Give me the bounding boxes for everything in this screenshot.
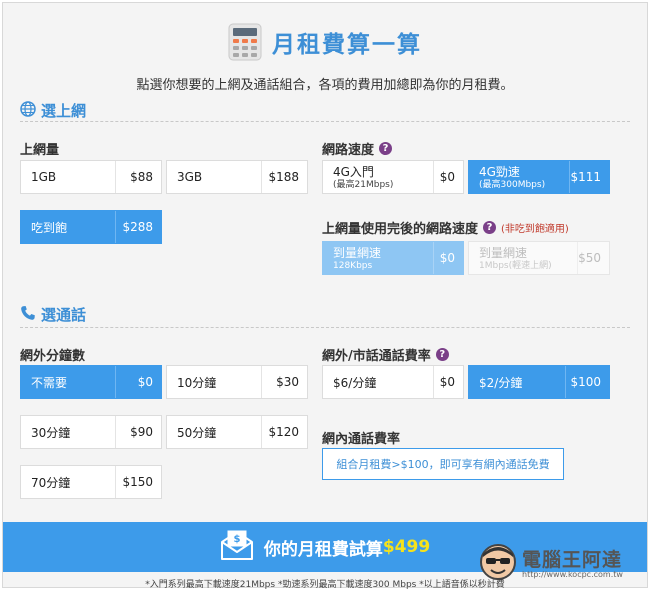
option-price: $88: [115, 161, 161, 193]
section-data-heading: 選上網: [20, 100, 86, 121]
option-price: $188: [261, 161, 307, 193]
usage-option-unlimited[interactable]: 吃到飽 $288: [20, 210, 162, 244]
option-name: 10分鐘: [177, 375, 217, 390]
watermark-text: 電腦王阿達: [522, 548, 623, 571]
option-price: $100: [565, 366, 609, 398]
watermark: 電腦王阿達 http://www.kocpc.com.tw: [478, 540, 648, 588]
globe-icon: [20, 100, 36, 121]
option-name: 不需要: [31, 375, 68, 390]
page-title: 月租費算一算: [272, 32, 422, 58]
offnet-option-70[interactable]: 70分鐘 $150: [20, 465, 162, 499]
onnet-notice: 組合月租費>$100，即可享有網內通話免費: [322, 448, 564, 480]
help-icon[interactable]: ?: [379, 142, 393, 155]
option-sub: 128Kbps: [333, 261, 373, 271]
after-cap-note: (非吃到飽適用): [501, 224, 569, 235]
svg-text:$: $: [233, 534, 240, 545]
option-price: $50: [577, 242, 609, 274]
option-sub: (最高21Mbps): [333, 180, 394, 190]
offnet-option-30[interactable]: 30分鐘 $90: [20, 415, 162, 449]
option-name: 到量網速: [333, 246, 382, 260]
option-name: $6/分鐘: [333, 375, 377, 390]
bill-envelope-icon: $: [220, 530, 254, 564]
offnet-option-10[interactable]: 10分鐘 $30: [166, 365, 308, 399]
option-price: $0: [433, 242, 463, 274]
option-name: 4G勁速: [479, 165, 520, 179]
section-call-title: 選通話: [41, 306, 87, 324]
option-name: 吃到飽: [31, 220, 68, 235]
speed-label: 網路速度 ?: [322, 139, 393, 158]
landline-option-2[interactable]: $2/分鐘 $100: [468, 365, 610, 399]
header: 月租費算一算: [0, 22, 650, 62]
usage-option-3gb[interactable]: 3GB $188: [166, 160, 308, 194]
option-name: 4G入門: [333, 165, 374, 179]
phone-icon: [20, 305, 36, 325]
after-cap-label-text: 上網量使用完後的網路速度: [322, 222, 479, 237]
option-sub: (最高300Mbps): [479, 180, 546, 190]
onnet-label: 網內通話費率: [322, 428, 400, 447]
speed-label-text: 網路速度: [322, 143, 375, 158]
option-name: 到量網速: [479, 246, 528, 260]
usage-option-1gb[interactable]: 1GB $88: [20, 160, 162, 194]
after-cap-option-128k[interactable]: 到量網速 128Kbps $0: [322, 241, 464, 275]
divider: [20, 121, 630, 122]
usage-label: 上網量: [20, 139, 59, 158]
divider: [20, 327, 630, 328]
option-price: $120: [261, 416, 307, 448]
offnet-option-none[interactable]: 不需要 $0: [20, 365, 162, 399]
usage-label-text: 上網量: [20, 143, 60, 158]
watermark-url: http://www.kocpc.com.tw: [522, 569, 623, 579]
speed-option-basic[interactable]: 4G入門 (最高21Mbps) $0: [322, 160, 464, 194]
calculator-icon: [228, 23, 262, 61]
speed-option-turbo[interactable]: 4G勁速 (最高300Mbps) $111: [468, 160, 610, 194]
option-name: 70分鐘: [31, 475, 71, 490]
option-name: 30分鐘: [31, 425, 71, 440]
help-icon[interactable]: ?: [435, 348, 449, 361]
section-call-heading: 選通話: [20, 304, 86, 325]
result-amount: $499: [382, 537, 431, 557]
option-sub: 1Mbps(輕速上網): [479, 261, 552, 271]
offnet-label: 網外分鐘數: [20, 345, 85, 364]
option-name: 1GB: [31, 170, 57, 184]
offnet-label-text: 網外分鐘數: [20, 349, 86, 364]
offnet-option-50[interactable]: 50分鐘 $120: [166, 415, 308, 449]
result-label: 你的月租費試算: [263, 539, 383, 560]
option-name: $2/分鐘: [479, 375, 523, 390]
option-price: $0: [433, 161, 463, 193]
landline-label-text: 網外/市話通話費率: [322, 349, 431, 364]
option-price: $30: [261, 366, 307, 398]
after-cap-label: 上網量使用完後的網路速度 ? (非吃到飽適用): [322, 218, 569, 237]
help-icon[interactable]: ?: [483, 221, 497, 234]
option-price: $150: [115, 466, 161, 498]
option-price: $0: [433, 366, 463, 398]
onnet-label-text: 網內通話費率: [322, 432, 401, 447]
option-price: $90: [115, 416, 161, 448]
option-price: $288: [115, 211, 161, 243]
option-price: $0: [115, 366, 161, 398]
page-subtitle: 點選你想要的上網及通話組合，各項的費用加總即為你的月租費。: [136, 78, 514, 93]
option-name: 50分鐘: [177, 425, 217, 440]
section-data-title: 選上網: [41, 102, 87, 120]
landline-option-6[interactable]: $6/分鐘 $0: [322, 365, 464, 399]
after-cap-option-1m: 到量網速 1Mbps(輕速上網) $50: [468, 241, 610, 275]
option-name: 3GB: [177, 170, 203, 184]
option-price: $111: [569, 161, 609, 193]
mascot-logo-icon: [478, 542, 518, 586]
landline-label: 網外/市話通話費率 ?: [322, 345, 449, 364]
